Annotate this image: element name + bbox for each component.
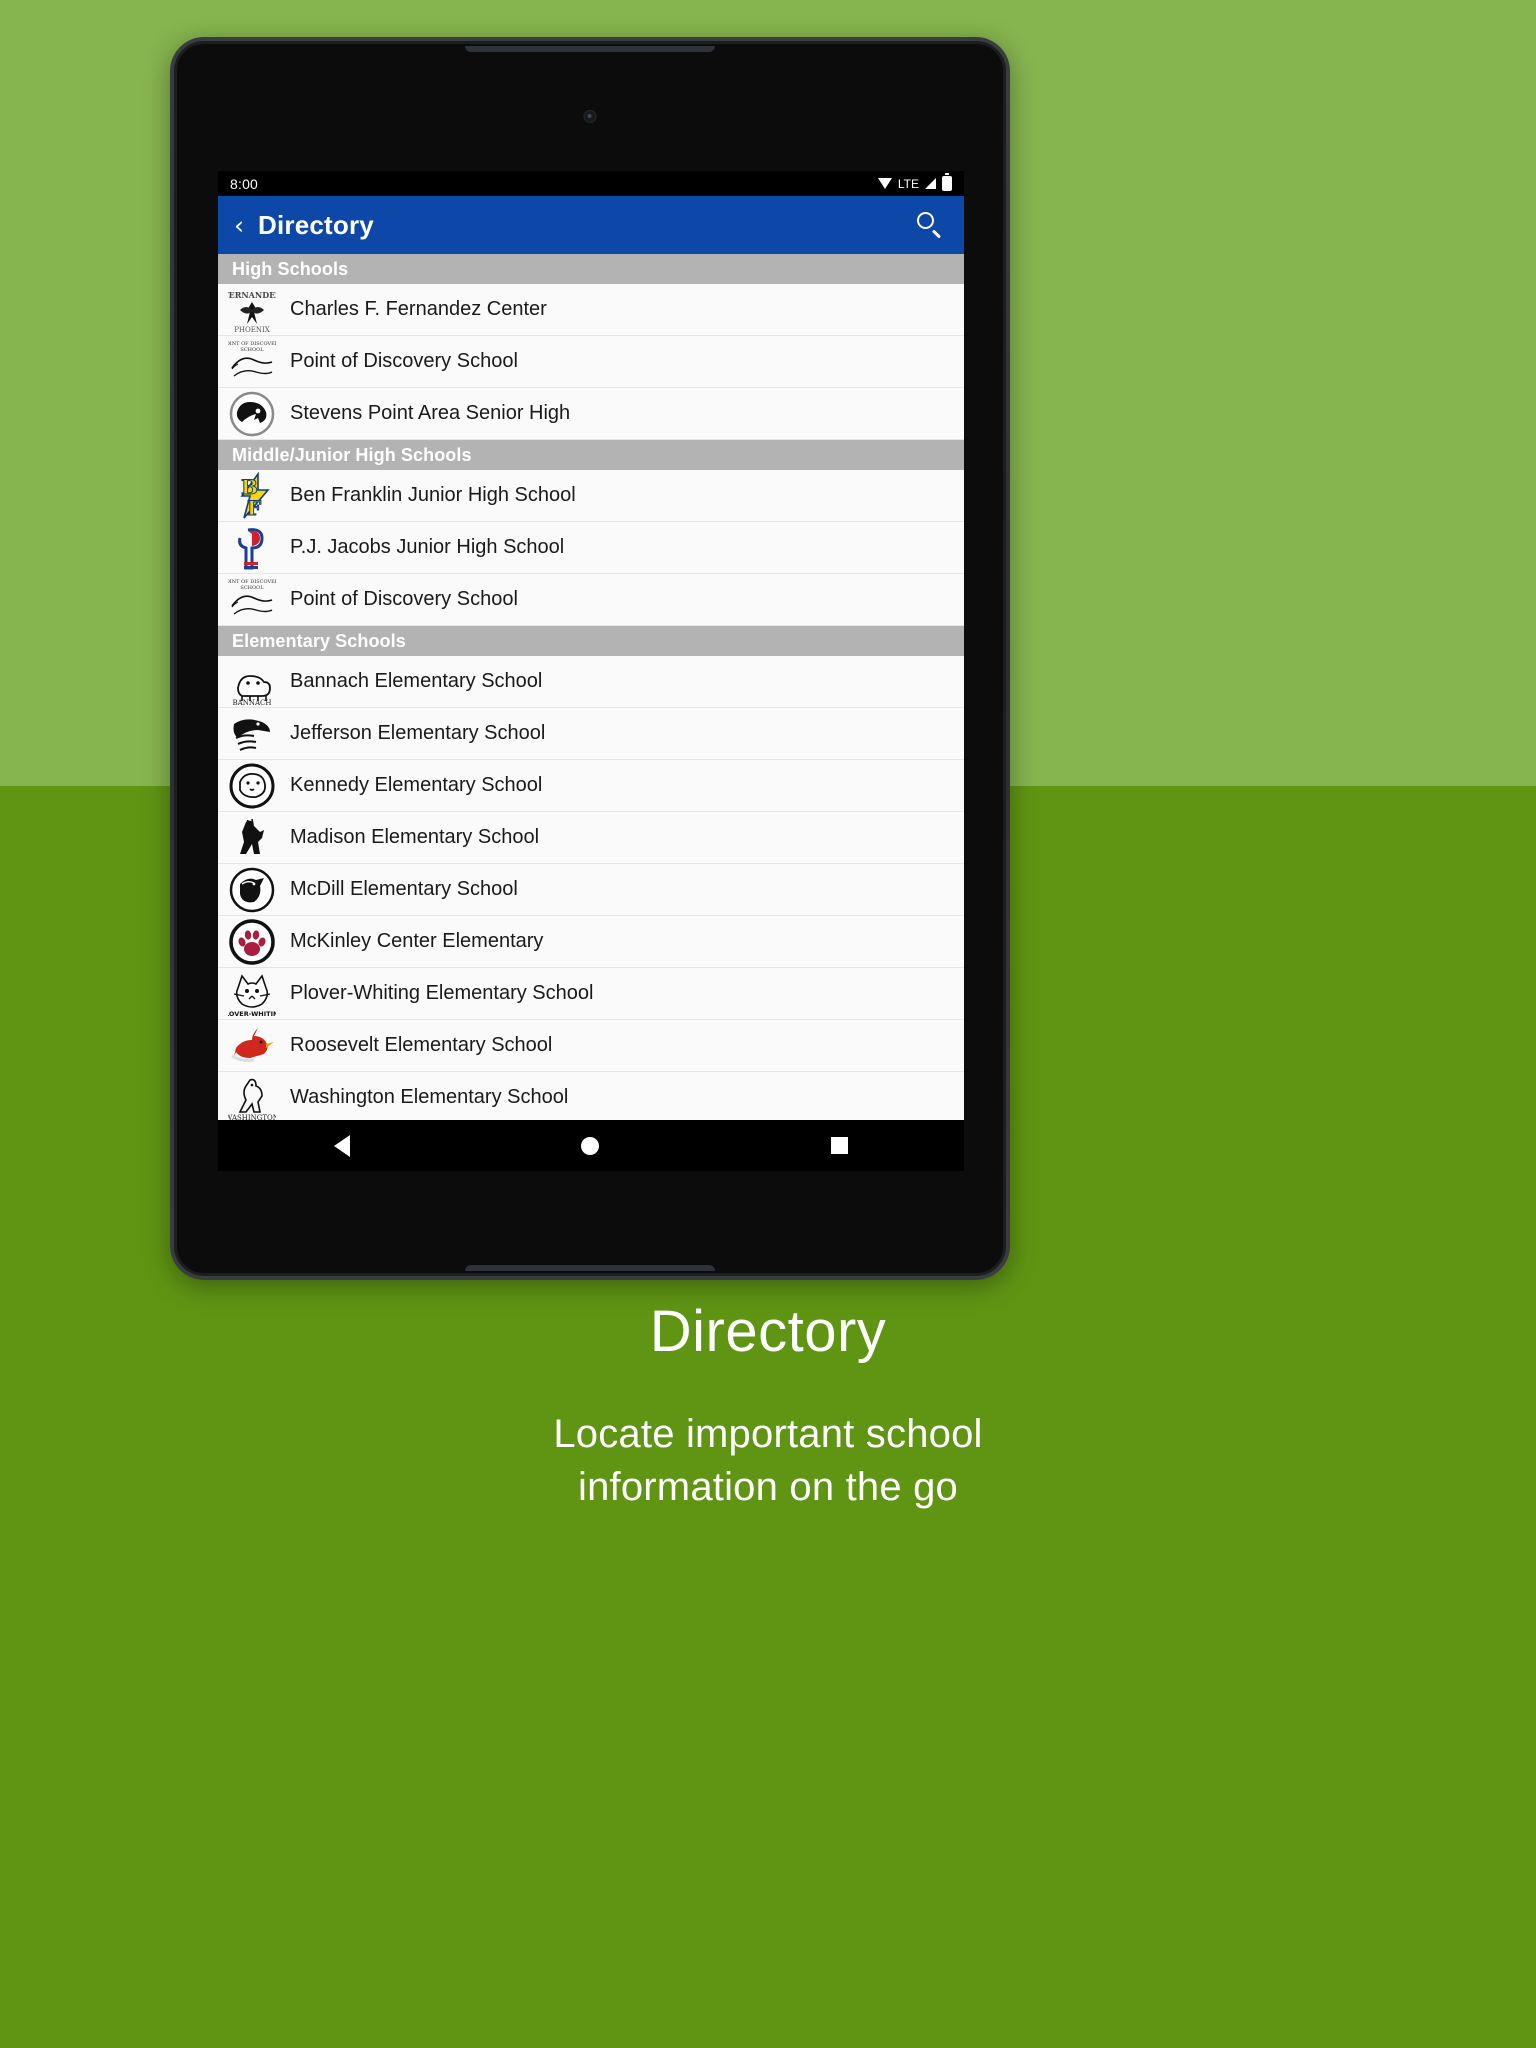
tablet-bezel: 8:00 LTE ‹ Directory High SchoolsFERNAND… <box>174 41 1006 1276</box>
battery-icon <box>942 173 952 191</box>
search-icon[interactable] <box>912 208 946 242</box>
plover-whiting-wildcat-logo: PLOVER-WHITING <box>226 968 278 1019</box>
school-name: Bannach Elementary School <box>290 670 543 692</box>
directory-row[interactable]: McDill Elementary School <box>218 864 964 916</box>
signal-icon <box>925 178 936 189</box>
speaker-grille-top <box>465 46 715 52</box>
bf-bolt-logo: BF <box>226 470 278 521</box>
directory-row[interactable]: P.J. Jacobs Junior High School <box>218 522 964 574</box>
app-bar: ‹ Directory <box>218 196 964 254</box>
page-title: Directory <box>258 209 374 240</box>
school-name: Charles F. Fernandez Center <box>290 298 547 320</box>
directory-list: High Schools FERNANDEZ PHOENIX Charles F. F… <box>218 254 964 1124</box>
washington-wildcat-logo: WASHINGTON <box>226 1072 278 1123</box>
school-name: Point of Discovery School <box>290 588 518 610</box>
svg-text:PLOVER-WHITING: PLOVER-WHITING <box>228 1010 276 1018</box>
directory-row[interactable]: FERNANDEZ PHOENIX Charles F. Fernandez Cen… <box>218 284 964 336</box>
android-navigation-bar <box>218 1120 964 1171</box>
fernandez-phoenix-logo: FERNANDEZ PHOENIX <box>226 284 278 335</box>
school-name: Kennedy Elementary School <box>290 774 543 796</box>
status-clock: 8:00 <box>230 175 259 192</box>
directory-row[interactable]: WASHINGTON Washington Elementary School <box>218 1072 964 1124</box>
section-header: High Schools <box>218 254 964 284</box>
back-chevron-icon[interactable]: ‹ <box>226 213 252 238</box>
section-header: Elementary Schools <box>218 626 964 656</box>
school-name: P.J. Jacobs Junior High School <box>290 536 565 558</box>
directory-row[interactable]: Madison Elementary School <box>218 812 964 864</box>
pj-flag-logo <box>226 522 278 573</box>
jefferson-eagle-logo <box>226 708 278 759</box>
directory-row[interactable]: POINT OF DISCOVERYSCHOOL Point of Discove… <box>218 574 964 626</box>
directory-row[interactable]: Stevens Point Area Senior High <box>218 388 964 440</box>
directory-row[interactable]: Roosevelt Elementary School <box>218 1020 964 1072</box>
front-camera-icon <box>583 110 597 123</box>
nav-home-icon[interactable] <box>581 1136 600 1155</box>
caption-title: Directory <box>649 1299 887 1364</box>
madison-mustang-logo <box>226 812 278 863</box>
school-name: Jefferson Elementary School <box>290 722 546 744</box>
directory-row[interactable]: B F Ben Franklin Junior High School <box>218 470 964 522</box>
directory-row[interactable]: Kennedy Elementary School <box>218 760 964 812</box>
promo-caption: Directory Locate important school informa… <box>0 1300 1536 1513</box>
tablet-device-frame: 8:00 LTE ‹ Directory High SchoolsFERNAND… <box>170 37 1010 1280</box>
panther-logo <box>226 388 278 439</box>
directory-row[interactable]: POINT OF DISCOVERYSCHOOL Point of Discove… <box>218 336 964 388</box>
section-header: Middle/Junior High Schools <box>218 440 964 470</box>
mckinley-paw-logo <box>226 916 278 967</box>
svg-text:PHOENIX: PHOENIX <box>234 326 270 334</box>
caption-subtitle-line: Locate important school <box>553 1411 983 1456</box>
svg-text:F: F <box>247 496 261 520</box>
status-indicators: LTE <box>877 173 952 191</box>
device-screen: 8:00 LTE ‹ Directory High SchoolsFERNAND… <box>218 171 964 1171</box>
mcdill-wolf-logo <box>226 864 278 915</box>
svg-text:BANNACH: BANNACH <box>233 699 272 706</box>
directory-row[interactable]: BANNACH Bannach Elementary School <box>218 656 964 708</box>
speaker-grille-bottom <box>465 1265 715 1271</box>
directory-row[interactable]: PLOVER-WHITING Plover-Whiting Elementary … <box>218 968 964 1020</box>
school-name: Point of Discovery School <box>290 350 518 372</box>
school-name: Roosevelt Elementary School <box>290 1034 553 1056</box>
point-of-discovery-logo: POINT OF DISCOVERYSCHOOL <box>226 336 278 387</box>
school-name: McDill Elementary School <box>290 878 518 900</box>
nav-back-icon[interactable] <box>333 1134 350 1157</box>
network-label: LTE <box>897 176 919 191</box>
nav-recents-icon[interactable] <box>831 1137 849 1154</box>
school-name: Ben Franklin Junior High School <box>290 484 576 506</box>
status-bar: 8:00 LTE <box>218 171 964 196</box>
bannach-bulldog-logo: BANNACH <box>226 656 278 707</box>
kennedy-cougar-logo <box>226 760 278 811</box>
svg-text:SCHOOL: SCHOOL <box>240 585 264 591</box>
school-name: Washington Elementary School <box>290 1086 569 1108</box>
svg-text:SCHOOL: SCHOOL <box>240 347 264 353</box>
school-name: Stevens Point Area Senior High <box>290 402 571 424</box>
caption-subtitle: Locate important school information on th… <box>0 1408 1536 1514</box>
directory-row[interactable]: Jefferson Elementary School <box>218 708 964 760</box>
school-name: Plover-Whiting Elementary School <box>290 982 594 1004</box>
point-of-discovery-logo: POINT OF DISCOVERYSCHOOL <box>226 574 278 625</box>
wifi-icon <box>877 178 892 189</box>
roosevelt-cardinal-logo <box>226 1020 278 1071</box>
caption-subtitle-line: information on the go <box>577 1464 958 1509</box>
directory-row[interactable]: McKinley Center Elementary <box>218 916 964 968</box>
school-name: Madison Elementary School <box>290 826 540 848</box>
school-name: McKinley Center Elementary <box>290 930 544 952</box>
svg-text:FERNANDEZ: FERNANDEZ <box>228 290 276 300</box>
